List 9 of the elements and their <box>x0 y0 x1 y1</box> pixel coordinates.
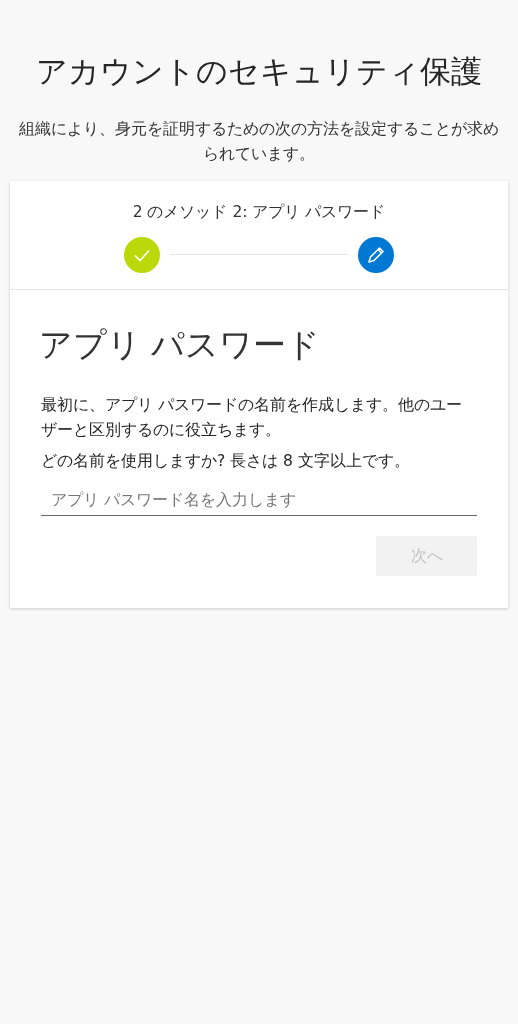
input-field[interactable]: アプリ パスワード名を入力します <box>41 484 477 517</box>
section-heading: アプリ パスワード <box>39 323 322 366</box>
instruction-text: どの名前を使用しますか? 長さは 8 文字以上です。 <box>41 451 411 473</box>
page-subtitle: 組織により、身元を証明するための次の方法を設定することが求められています。 <box>18 118 500 165</box>
check-icon <box>124 236 160 273</box>
pencil-icon <box>358 236 394 273</box>
step-label: 2 のメソッド 2: アプリ パスワード <box>131 201 387 223</box>
page-title: アカウントのセキュリティ保護 <box>35 52 483 91</box>
instruction-text: 最初に、アプリ パスワードの名前を作成します。他のユーザーと区別するのに役立ちます。 <box>41 395 463 442</box>
